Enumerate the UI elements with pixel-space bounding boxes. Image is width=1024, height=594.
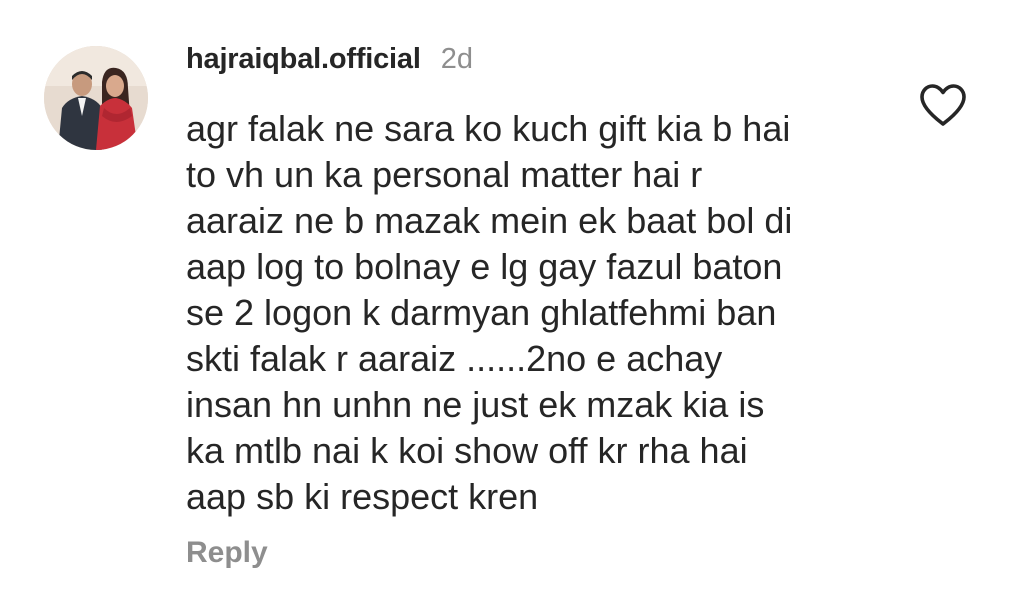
avatar-photo bbox=[44, 46, 148, 150]
comment-text-line: aaraiz ne b mazak mein ek baat bol di bbox=[186, 200, 793, 241]
comment-text-line: agr falak ne sara ko kuch gift kia b hai bbox=[186, 108, 791, 149]
comment-header: hajraiqbal.official 2d bbox=[186, 43, 473, 76]
comment-text-line: aap sb ki respect kren bbox=[186, 476, 539, 517]
username-link[interactable]: hajraiqbal.official bbox=[186, 43, 421, 76]
avatar[interactable] bbox=[44, 46, 148, 150]
comment-text-line: ka mtlb nai k koi show off kr rha hai bbox=[186, 430, 748, 471]
timestamp[interactable]: 2d bbox=[441, 43, 473, 76]
heart-outline-icon bbox=[920, 84, 966, 126]
comment-item: hajraiqbal.official 2d agr falak ne sara… bbox=[0, 0, 1024, 594]
like-button[interactable] bbox=[918, 82, 968, 128]
reply-button[interactable]: Reply bbox=[186, 536, 268, 570]
comment-text-line: to vh un ka personal matter hai r bbox=[186, 154, 703, 195]
comment-text-line: insan hn unhn ne just ek mzak kia is bbox=[186, 384, 765, 425]
comment-text-line: se 2 logon k darmyan ghlatfehmi ban bbox=[186, 292, 777, 333]
comment-text-line: aap log to bolnay e lg gay fazul baton bbox=[186, 246, 783, 287]
comment-text-line: skti falak r aaraiz ......2no e achay bbox=[186, 338, 723, 379]
comment-text: agr falak ne sara ko kuch gift kia b hai… bbox=[186, 106, 886, 520]
